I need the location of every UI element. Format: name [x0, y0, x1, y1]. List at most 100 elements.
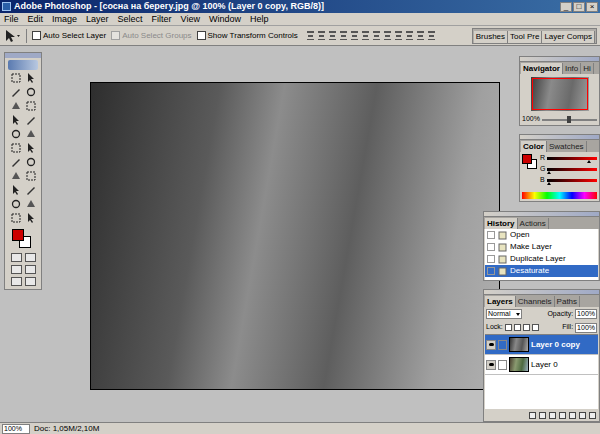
tool-icon[interactable]	[25, 156, 37, 168]
align-icon[interactable]	[372, 30, 381, 41]
color-channel-slider[interactable]	[547, 168, 597, 171]
menu-item[interactable]: Select	[118, 14, 143, 25]
layer-action-icon[interactable]	[529, 412, 536, 419]
view-box[interactable]	[532, 78, 588, 110]
panel-tab[interactable]: Info	[563, 63, 581, 74]
tool-icon[interactable]	[10, 142, 22, 154]
history-item[interactable]: Make Layer	[485, 241, 598, 253]
tool-icon[interactable]	[25, 100, 37, 112]
layer-action-icon[interactable]	[549, 412, 556, 419]
tool-icon[interactable]	[25, 170, 37, 182]
align-icon[interactable]	[361, 30, 370, 41]
menu-item[interactable]: Help	[250, 14, 269, 25]
menu-item[interactable]: View	[181, 14, 200, 25]
color-spectrum[interactable]	[522, 192, 597, 199]
status-zoom-field[interactable]: 100%	[2, 424, 30, 434]
option-checkbox-row[interactable]: Auto Select Layer	[32, 30, 106, 42]
checkbox[interactable]	[111, 31, 120, 40]
lock-option-icon[interactable]	[505, 324, 512, 331]
color-foreground-swatch[interactable]	[522, 154, 532, 164]
align-icon[interactable]	[427, 30, 436, 41]
adobe-logo[interactable]	[8, 60, 38, 70]
layer-action-icon[interactable]	[539, 412, 546, 419]
tool-icon[interactable]	[10, 86, 22, 98]
mode-button-icon[interactable]	[11, 253, 22, 262]
tool-icon[interactable]	[10, 100, 22, 112]
fill-field[interactable]: 100%	[575, 323, 597, 333]
tool-icon[interactable]	[25, 86, 37, 98]
layer-row[interactable]: Layer 0	[485, 355, 598, 375]
document-canvas[interactable]	[90, 82, 500, 390]
align-icon[interactable]	[394, 30, 403, 41]
option-checkbox-row[interactable]: Show Transform Controls	[197, 30, 298, 42]
tool-icon[interactable]	[25, 184, 37, 196]
mode-button-icon[interactable]	[25, 253, 36, 262]
menu-item[interactable]: File	[4, 14, 19, 25]
tool-icon[interactable]	[10, 128, 22, 140]
layer-action-icon[interactable]	[579, 412, 586, 419]
layer-link-box[interactable]	[498, 360, 507, 370]
align-icon[interactable]	[328, 30, 337, 41]
history-brush-box[interactable]	[487, 243, 495, 251]
align-icon[interactable]	[350, 30, 359, 41]
menu-item[interactable]: Layer	[86, 14, 109, 25]
visibility-eye-icon[interactable]	[486, 340, 496, 350]
panel-tab[interactable]: Navigator	[521, 63, 563, 74]
panel-tab[interactable]: Actions	[518, 218, 549, 229]
zoom-slider[interactable]	[542, 119, 597, 121]
foreground-color-swatch[interactable]	[12, 229, 24, 241]
align-icon[interactable]	[339, 30, 348, 41]
align-icon[interactable]	[317, 30, 326, 41]
mode-button-icon[interactable]	[25, 265, 36, 274]
lock-option-icon[interactable]	[514, 324, 521, 331]
history-brush-box[interactable]	[487, 267, 495, 275]
tool-icon[interactable]	[25, 128, 37, 140]
tool-icon[interactable]	[25, 114, 37, 126]
window-control-button[interactable]: ×	[586, 2, 598, 12]
layer-action-icon[interactable]	[559, 412, 566, 419]
visibility-eye-icon[interactable]	[486, 360, 496, 370]
opacity-field[interactable]: 100%	[575, 309, 597, 319]
menu-item[interactable]: Edit	[28, 14, 44, 25]
tool-icon[interactable]	[10, 156, 22, 168]
navigator-thumbnail[interactable]	[531, 77, 589, 111]
tool-icon[interactable]	[25, 142, 37, 154]
move-tool-icon[interactable]	[3, 29, 21, 43]
layer-action-icon[interactable]	[589, 412, 596, 419]
tool-icon[interactable]	[10, 212, 22, 224]
navigator-zoom[interactable]: 100%	[522, 114, 540, 125]
checkbox[interactable]	[32, 31, 41, 40]
menu-item[interactable]: Image	[52, 14, 77, 25]
palette-well-tab[interactable]: Layer Comps	[542, 31, 595, 43]
align-icon[interactable]	[416, 30, 425, 41]
mode-button-icon[interactable]	[25, 277, 36, 286]
color-channel-slider[interactable]	[547, 157, 597, 160]
mode-button-icon[interactable]	[11, 265, 22, 274]
layer-row[interactable]: Layer 0 copy	[485, 335, 598, 355]
window-control-button[interactable]: □	[573, 2, 585, 12]
align-icon[interactable]	[405, 30, 414, 41]
window-control-button[interactable]: _	[560, 2, 572, 12]
align-icon[interactable]	[306, 30, 315, 41]
lock-option-icon[interactable]	[523, 324, 530, 331]
tool-icon[interactable]	[10, 114, 22, 126]
lock-option-icon[interactable]	[532, 324, 539, 331]
layer-action-icon[interactable]	[569, 412, 576, 419]
align-icon[interactable]	[383, 30, 392, 41]
panel-tab[interactable]: Channels	[516, 296, 555, 307]
panel-tab[interactable]: History	[485, 218, 518, 229]
panel-tab[interactable]: Paths	[555, 296, 580, 307]
panel-tab[interactable]: Layers	[485, 296, 516, 307]
option-checkbox-row[interactable]: Auto Select Groups	[111, 30, 191, 42]
history-item[interactable]: Duplicate Layer	[485, 253, 598, 265]
palette-well-tab[interactable]: Brushes	[474, 31, 508, 43]
history-item[interactable]: Open	[485, 229, 598, 241]
tool-icon[interactable]	[10, 184, 22, 196]
tool-icon[interactable]	[10, 198, 22, 210]
palette-well-tab[interactable]: Tool Pre	[508, 31, 542, 43]
tool-icon[interactable]	[25, 198, 37, 210]
tool-icon[interactable]	[25, 212, 37, 224]
blend-mode-dropdown[interactable]: Normal	[486, 309, 522, 319]
panel-tab[interactable]: Color	[521, 141, 547, 152]
panel-tab[interactable]: Hi	[581, 63, 594, 74]
